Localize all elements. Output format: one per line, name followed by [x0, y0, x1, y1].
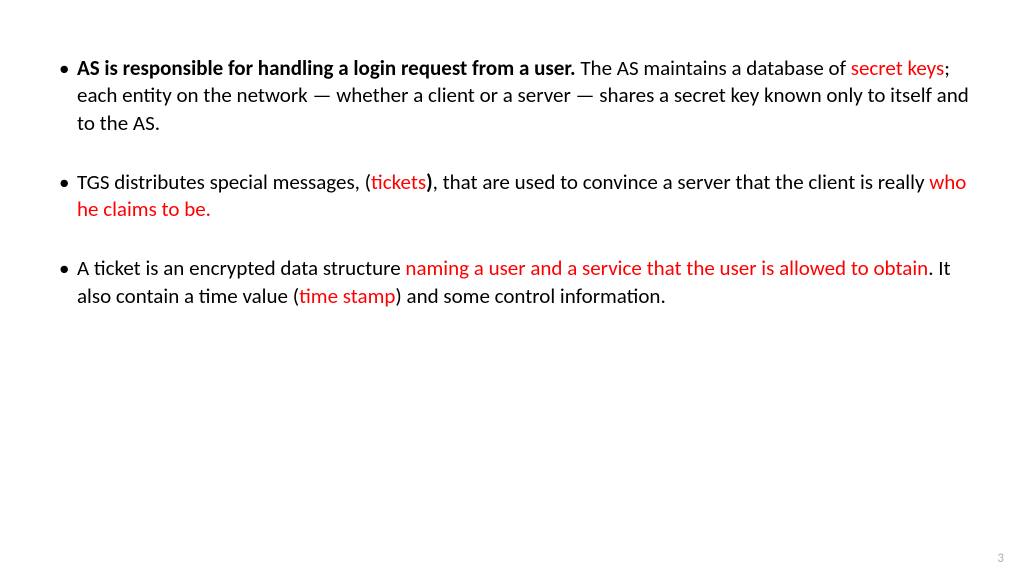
page-number: 3	[997, 551, 1004, 566]
list-item: TGS distributes special messages, (ticke…	[55, 169, 969, 224]
text-segment: The AS maintains a database of	[580, 55, 850, 81]
text-segment: secret keys	[851, 55, 944, 81]
text-segment: AS is responsible for handling a login r…	[77, 55, 580, 81]
text-segment: ) and some control information.	[395, 283, 665, 309]
text-segment: tickets	[371, 169, 426, 195]
text-segment: naming a user and a service that the use…	[405, 255, 928, 281]
list-item: A ticket is an encrypted data structure …	[55, 255, 969, 310]
text-segment: A ticket is an encrypted data structure	[77, 255, 405, 281]
list-item: AS is responsible for handling a login r…	[55, 55, 969, 137]
text-segment: , that are used to convince a server tha…	[433, 169, 930, 195]
bullet-list: AS is responsible for handling a login r…	[55, 55, 969, 310]
text-segment: time stamp	[299, 283, 395, 309]
text-segment: TGS distributes special messages, (	[77, 169, 371, 195]
